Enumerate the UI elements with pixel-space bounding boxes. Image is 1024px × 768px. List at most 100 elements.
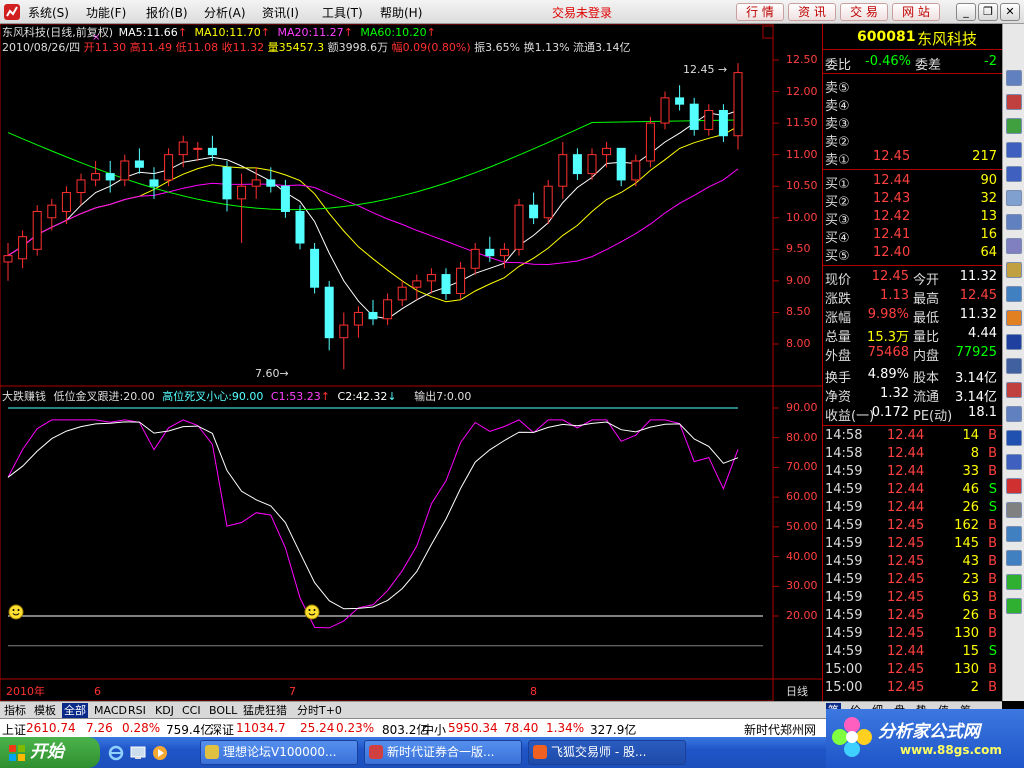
indicator-tab[interactable]: 全部 <box>62 703 88 718</box>
stat-row[interactable]: 收益(一) 0.172 PE(动) 18.1 <box>823 404 1001 424</box>
stat-row[interactable]: 换手 4.89% 股本 3.14亿 <box>823 366 1001 386</box>
indicator-tab[interactable]: RSI <box>126 703 148 718</box>
menu-help[interactable]: 帮助(H) <box>380 4 422 21</box>
grid-icon[interactable] <box>1006 190 1022 206</box>
line-icon[interactable] <box>1006 118 1022 134</box>
indicator-tab[interactable]: CCI <box>180 703 203 718</box>
minimize-icon[interactable]: _ <box>956 3 976 21</box>
chart-icon[interactable] <box>1006 70 1022 86</box>
ask-row[interactable]: 卖⑤ <box>823 76 1001 96</box>
desktop-icon[interactable] <box>130 745 146 761</box>
task-forum[interactable]: 理想论坛V100000... <box>200 740 358 765</box>
stat-row[interactable]: 净资 1.32 流通 3.14亿 <box>823 385 1001 405</box>
bid-row[interactable]: 买④ 12.41 16 <box>823 226 1001 246</box>
menu-quote[interactable]: 报价(B) <box>146 4 188 21</box>
tick-row[interactable]: 14:59 12.45 162 B <box>823 517 1001 535</box>
start-button[interactable]: 开始 <box>0 737 100 768</box>
up-arrow-icon[interactable] <box>1006 574 1022 590</box>
indicator-tab[interactable]: 模板 <box>32 703 58 718</box>
ask-row[interactable]: 卖③ <box>823 112 1001 132</box>
login-status[interactable]: 交易未登录 <box>552 4 612 21</box>
menu-function[interactable]: 功能(F) <box>86 4 126 21</box>
menu-analysis[interactable]: 分析(A) <box>204 4 246 21</box>
ask-row[interactable]: 卖④ <box>823 94 1001 114</box>
list-icon[interactable] <box>1006 166 1022 182</box>
menu-tools[interactable]: 工具(T) <box>322 4 363 21</box>
restore-icon[interactable]: ❐ <box>978 3 998 21</box>
menu-system[interactable]: 系统(S) <box>28 4 69 21</box>
ie-icon[interactable] <box>108 745 124 761</box>
date-label-jul: 7 <box>289 685 296 698</box>
bid-row[interactable]: 买② 12.43 32 <box>823 190 1001 210</box>
tick-row[interactable]: 14:59 12.44 26 S <box>823 499 1001 517</box>
task-feihu[interactable]: 飞狐交易师 - 股... <box>528 740 686 765</box>
stat-row[interactable]: 涨跌 1.13 最高 12.45 <box>823 287 1001 307</box>
kline-icon[interactable] <box>1006 94 1022 110</box>
tick-row[interactable]: 14:59 12.45 26 B <box>823 607 1001 625</box>
card-icon[interactable] <box>1006 214 1022 230</box>
tick-row[interactable]: 14:58 12.44 14 B <box>823 427 1001 445</box>
stack-icon[interactable] <box>1006 286 1022 302</box>
sh-index-value: 2610.74 <box>26 721 76 735</box>
bid-row[interactable]: 买① 12.44 90 <box>823 172 1001 192</box>
tick-row[interactable]: 15:00 12.45 130 B <box>823 661 1001 679</box>
trade-button[interactable]: 交 易 <box>840 3 888 21</box>
price-tick-label: 9.50 <box>786 242 811 256</box>
news-ticker[interactable]: 新时代郑州网 <box>744 721 816 738</box>
stat-value: 77925 <box>955 345 997 360</box>
undo-icon[interactable] <box>1006 526 1022 542</box>
website-button[interactable]: 网 站 <box>892 3 940 21</box>
f10-icon[interactable] <box>1006 334 1022 350</box>
indicator-tab[interactable]: 指标 <box>2 703 28 718</box>
tick-row[interactable]: 14:59 12.44 33 B <box>823 463 1001 481</box>
indicator-tab[interactable]: 分时T+0 <box>295 703 344 718</box>
indicator-tab[interactable]: KDJ <box>153 703 176 718</box>
down-arrow-icon[interactable] <box>1006 598 1022 614</box>
tick-row[interactable]: 14:59 12.45 43 B <box>823 553 1001 571</box>
indicator-tab[interactable]: BOLL <box>207 703 239 718</box>
candle-body <box>134 160 144 168</box>
stat-row[interactable]: 总量 15.3万 量比 4.44 <box>823 325 1001 345</box>
alert-icon[interactable] <box>1006 478 1022 494</box>
bid-row[interactable]: 买③ 12.42 13 <box>823 208 1001 228</box>
tick-row[interactable]: 14:58 12.44 8 B <box>823 445 1001 463</box>
quote-button[interactable]: 行 情 <box>736 3 784 21</box>
tick-row[interactable]: 14:59 12.44 15 S <box>823 643 1001 661</box>
tool-icon[interactable] <box>1006 502 1022 518</box>
table-icon[interactable] <box>1006 142 1022 158</box>
tick-row[interactable]: 14:59 12.45 63 B <box>823 589 1001 607</box>
rsi-icon[interactable] <box>1006 430 1022 446</box>
stat-row[interactable]: 外盘 75468 内盘 77925 <box>823 344 1001 364</box>
layers-icon[interactable] <box>1006 262 1022 278</box>
stat-row[interactable]: 涨幅 9.98% 最低 11.32 <box>823 306 1001 326</box>
window-icon[interactable] <box>1006 406 1022 422</box>
task-securities[interactable]: 新时代证券合一版... <box>364 740 522 765</box>
tick-row[interactable]: 15:00 12.45 2 B <box>823 679 1001 697</box>
news-button[interactable]: 资 讯 <box>788 3 836 21</box>
users-icon[interactable] <box>1006 310 1022 326</box>
media-icon[interactable] <box>152 745 168 761</box>
ask-row[interactable]: 卖① 12.45 217 <box>823 148 1001 168</box>
stat-row[interactable]: 现价 12.45 今开 11.32 <box>823 268 1001 288</box>
etf-icon[interactable] <box>1006 382 1022 398</box>
ask-row[interactable]: 卖② <box>823 130 1001 150</box>
close-icon[interactable]: ✕ <box>1000 3 1020 21</box>
kline-chart[interactable]: × <box>0 24 822 701</box>
indicator-tab[interactable]: 猛虎狂猎 <box>241 703 289 718</box>
indicator-tab[interactable]: MACD <box>92 703 129 718</box>
tick-row[interactable]: 14:59 12.45 130 B <box>823 625 1001 643</box>
bid-row[interactable]: 买⑤ 12.40 64 <box>823 244 1001 264</box>
menu-info[interactable]: 资讯(I) <box>262 4 299 21</box>
tick-row[interactable]: 14:59 12.45 23 B <box>823 571 1001 589</box>
period-label[interactable]: 日线 <box>786 685 808 698</box>
indicator-name[interactable]: 大跌赚钱 <box>2 390 46 403</box>
screen-icon[interactable] <box>1006 358 1022 374</box>
tick-row[interactable]: 14:59 12.44 46 S <box>823 481 1001 499</box>
msg-icon[interactable] <box>1006 454 1022 470</box>
move-icon[interactable] <box>1006 550 1022 566</box>
stat-label: 换手 <box>825 371 852 386</box>
tick-row[interactable]: 14:59 12.45 145 B <box>823 535 1001 553</box>
doc-icon[interactable] <box>1006 238 1022 254</box>
kline-chart-area[interactable]: × 东风科技(日线,前复权) MA5:11.66↑ MA10:11.70↑ MA… <box>0 24 822 701</box>
ind-tick-label: 40.00 <box>786 549 818 563</box>
